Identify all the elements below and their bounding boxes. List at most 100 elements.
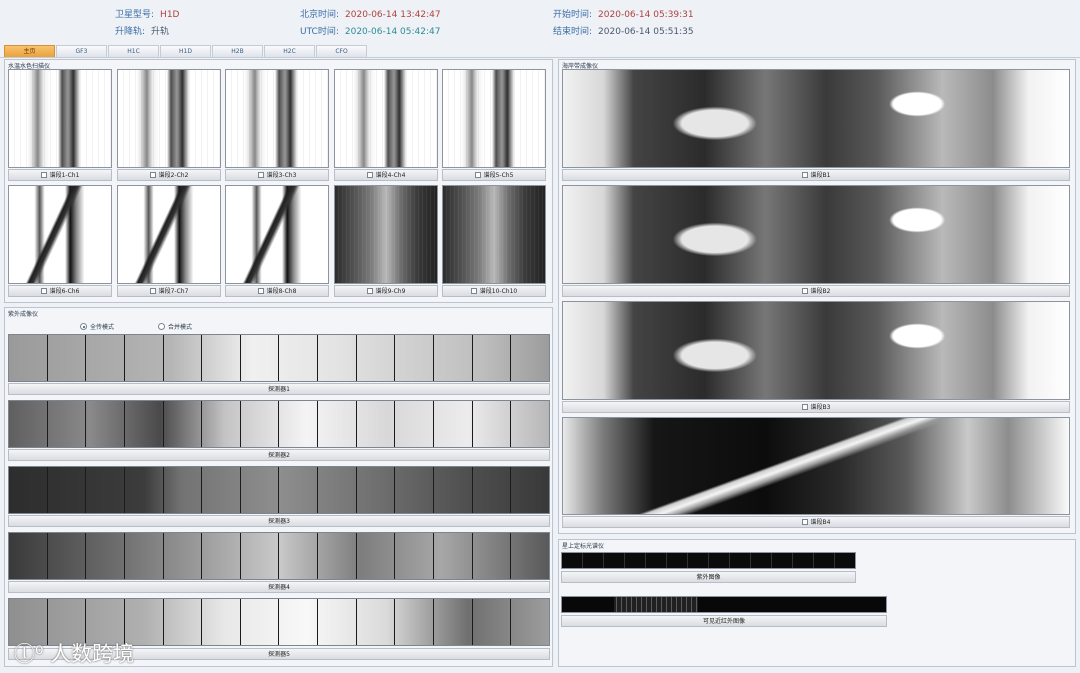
ch6-label: 谱段6-Ch6 xyxy=(49,288,80,295)
vis-nir-spectrum-label: 可见近红外图像 xyxy=(702,618,745,625)
ch1-caption: 谱段1-Ch1 xyxy=(8,169,112,181)
full-mode-radio[interactable] xyxy=(80,323,87,330)
ch1-checkbox[interactable] xyxy=(40,172,47,178)
ch9-checkbox[interactable] xyxy=(366,288,373,294)
uv-spectrum-caption: 紫外图像 xyxy=(561,571,856,583)
band-b1-checkbox[interactable] xyxy=(801,172,808,178)
uv-spectrum-image xyxy=(561,552,856,569)
band-b1-caption: 谱段B1 xyxy=(562,169,1070,181)
ch10-checkbox[interactable] xyxy=(470,288,477,294)
satellite-model-label: 卫星型号: xyxy=(115,10,155,20)
app-window: 卫星型号: H1D 升降轨: 升轨 北京时间: 2020-06-14 13:42:47… xyxy=(0,0,1080,673)
ch4-caption: 谱段4-Ch4 xyxy=(334,169,438,181)
ch5-caption: 谱段5-Ch5 xyxy=(442,169,546,181)
merge-mode-radio[interactable] xyxy=(158,323,165,330)
orbit-field: 升降轨: 升轨 xyxy=(115,24,169,37)
band-b4-caption: 谱段B4 xyxy=(562,516,1070,528)
detector1-label: 探测器1 xyxy=(268,386,290,393)
start-time-value: 2020-06-14 05:39:31 xyxy=(598,10,694,20)
orbit-value: 升轨 xyxy=(151,27,170,37)
ch5-checkbox[interactable] xyxy=(474,172,481,178)
detector1-caption: 探测器1 xyxy=(8,383,550,395)
merge-mode-option[interactable]: 合并模式 xyxy=(158,322,192,331)
utc-time-field: UTC时间: 2020-06-14 05:42:47 xyxy=(300,24,440,37)
tab-home[interactable]: 主页 xyxy=(4,45,55,57)
detector2-strip xyxy=(8,400,550,448)
satellite-model-value: H1D xyxy=(160,10,180,20)
band-b4-image xyxy=(562,417,1070,515)
ch2-label: 谱段2-Ch2 xyxy=(158,172,189,179)
utc-time-value: 2020-06-14 05:42:47 xyxy=(344,27,441,37)
tab-h2c[interactable]: H2C xyxy=(264,45,315,57)
band-b3-caption: 谱段B3 xyxy=(562,401,1070,413)
ch3-checkbox[interactable] xyxy=(257,172,264,178)
band-b3-image xyxy=(562,301,1070,400)
band-b3-checkbox[interactable] xyxy=(801,404,808,410)
ch4-checkbox[interactable] xyxy=(366,172,373,178)
ch8-image xyxy=(225,185,329,284)
merge-mode-label: 合并模式 xyxy=(168,324,193,331)
tab-h1d[interactable]: H1D xyxy=(160,45,211,57)
ch2-caption: 谱段2-Ch2 xyxy=(117,169,221,181)
vis-nir-spectrum-image xyxy=(561,596,887,613)
ch6-checkbox[interactable] xyxy=(40,288,47,294)
ch5-image xyxy=(442,69,546,168)
ch1-image xyxy=(8,69,112,168)
ch9-caption: 谱段9-Ch9 xyxy=(334,285,438,297)
watermark-text: 人数跨境 xyxy=(50,642,135,666)
ch5-label: 谱段5-Ch5 xyxy=(483,172,514,179)
tab-cfo[interactable]: CFO xyxy=(316,45,367,57)
ch10-caption: 谱段10-Ch10 xyxy=(442,285,546,297)
detector2-label: 探测器2 xyxy=(268,452,290,459)
ch6-caption: 谱段6-Ch6 xyxy=(8,285,112,297)
start-time-field: 开始时间: 2020-06-14 05:39:31 xyxy=(553,7,694,20)
spectrometer-title: 星上定标光谱仪 xyxy=(562,543,605,550)
ch2-checkbox[interactable] xyxy=(149,172,156,178)
uv-imager-title: 紫外成像仪 xyxy=(8,311,39,318)
orbit-label: 升降轨: xyxy=(115,27,146,37)
tab-divider xyxy=(0,57,1080,58)
header-bar: 卫星型号: H1D 升降轨: 升轨 北京时间: 2020-06-14 13:42:47… xyxy=(0,0,1080,44)
utc-time-label: UTC时间: xyxy=(300,27,339,37)
detector3-strip xyxy=(8,466,550,514)
uv-spectrum-label: 紫外图像 xyxy=(696,574,721,581)
ch7-checkbox[interactable] xyxy=(149,288,156,294)
end-time-label: 结束时间: xyxy=(553,27,593,37)
ch8-label: 谱段8-Ch8 xyxy=(266,288,297,295)
vis-nir-spectrum-caption: 可见近红外图像 xyxy=(561,615,887,627)
tab-gf3[interactable]: GF3 xyxy=(56,45,107,57)
ch7-image xyxy=(117,185,221,284)
detector4-caption: 探测器4 xyxy=(8,581,550,593)
ch7-caption: 谱段7-Ch7 xyxy=(117,285,221,297)
detector3-caption: 探测器3 xyxy=(8,515,550,527)
tab-h2b[interactable]: H2B xyxy=(212,45,263,57)
detector4-label: 探测器4 xyxy=(268,584,290,591)
tab-h1c[interactable]: H1C xyxy=(108,45,159,57)
band-b4-checkbox[interactable] xyxy=(801,519,808,525)
ch8-checkbox[interactable] xyxy=(257,288,264,294)
detector3-label: 探测器3 xyxy=(268,518,290,525)
full-mode-label: 全传模式 xyxy=(90,324,115,331)
ch6-image xyxy=(8,185,112,284)
band-b1-image xyxy=(562,69,1070,168)
full-mode-option[interactable]: 全传模式 xyxy=(80,322,114,331)
detector4-strip xyxy=(8,532,550,580)
ch3-label: 谱段3-Ch3 xyxy=(266,172,297,179)
watermark-mark-icon: ⓛ⁰ xyxy=(14,642,44,666)
beijing-time-field: 北京时间: 2020-06-14 13:42:47 xyxy=(300,7,441,20)
ch9-label: 谱段9-Ch9 xyxy=(375,288,406,295)
detector5-label: 探测器5 xyxy=(268,651,290,658)
band-b4-label: 谱段B4 xyxy=(810,519,831,526)
ch2-image xyxy=(117,69,221,168)
ch3-caption: 谱段3-Ch3 xyxy=(225,169,329,181)
ch10-image xyxy=(442,185,546,284)
band-b2-checkbox[interactable] xyxy=(801,288,808,294)
satellite-model-field: 卫星型号: H1D xyxy=(115,7,179,20)
satellite-tab-bar: 主页 GF3 H1C H1D H2B H2C CFO xyxy=(4,45,368,57)
end-time-value: 2020-06-14 05:51:35 xyxy=(598,27,694,37)
end-time-field: 结束时间: 2020-06-14 05:51:35 xyxy=(553,24,694,37)
band-b2-label: 谱段B2 xyxy=(810,288,831,295)
watermark-logo: ⓛ⁰ 人数跨境 xyxy=(14,638,134,668)
band-b3-label: 谱段B3 xyxy=(810,404,831,411)
ch1-label: 谱段1-Ch1 xyxy=(49,172,80,179)
